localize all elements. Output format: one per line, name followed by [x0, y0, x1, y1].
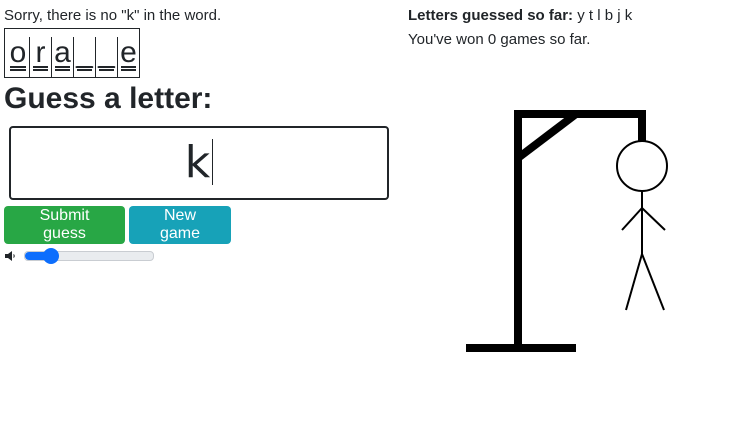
word-display: o r a _ _ e — [4, 28, 140, 78]
guessed-letters: Letters guessed so far: y t l b j k — [408, 6, 728, 26]
volume-slider-thumb[interactable] — [42, 248, 59, 264]
guessed-letters-label: Letters guessed so far: — [408, 7, 574, 24]
guess-heading: Guess a letter: — [4, 82, 213, 115]
gallows-brace — [515, 110, 579, 162]
speaker-icon[interactable] — [4, 250, 16, 262]
word-letter: r — [29, 37, 51, 77]
guessed-letters-value: y t l b j k — [577, 7, 633, 24]
hangman-left-arm — [621, 207, 643, 231]
status-message: Sorry, there is no "k" in the word. — [4, 7, 222, 24]
info-panel: Letters guessed so far: y t l b j k You'… — [408, 6, 728, 50]
audio-controls — [4, 248, 396, 264]
guess-input-value: k — [184, 137, 211, 188]
word-letter: _ — [95, 37, 117, 77]
word-letter: e — [117, 37, 139, 77]
action-buttons: Submit guess New game — [4, 206, 396, 244]
hangman-head — [616, 140, 668, 192]
word-letter: _ — [73, 37, 95, 77]
word-letter: o — [7, 37, 29, 77]
guess-input[interactable]: k — [9, 126, 389, 200]
submit-guess-button[interactable]: Submit guess — [4, 206, 125, 244]
hangman-right-leg — [641, 253, 665, 311]
hangman-figure — [616, 140, 668, 311]
hangman-drawing — [466, 110, 668, 352]
game-panel: Sorry, there is no "k" in the word. o r … — [4, 6, 396, 264]
new-game-button[interactable]: New game — [129, 206, 231, 244]
games-won-text: You've won 0 games so far. — [408, 31, 591, 48]
hangman-right-arm — [641, 207, 666, 231]
word-letter: a — [51, 37, 73, 77]
volume-slider[interactable] — [24, 248, 154, 264]
text-caret — [212, 139, 214, 185]
hangman-left-leg — [625, 253, 643, 311]
